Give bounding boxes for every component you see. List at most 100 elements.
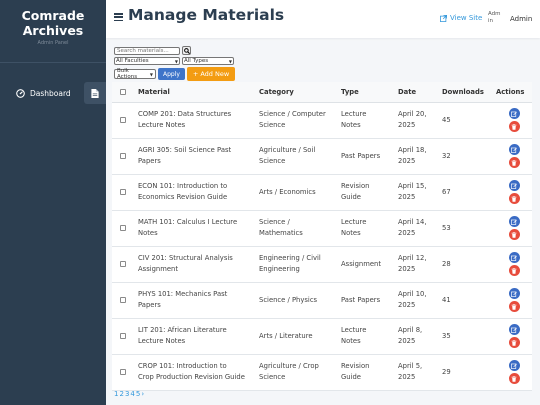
edit-icon [511,183,517,189]
table-row: COMP 201: Data Structures Lecture Notes Sc… [112,102,532,138]
cell-type: Past Papers [339,138,396,174]
delete-button[interactable] [508,121,520,132]
category-line1: Arts / Literature [259,331,313,340]
topbar: Manage Materials View Site Adm in Admin [106,0,540,38]
row-checkbox[interactable] [120,369,126,375]
delete-button[interactable] [508,157,520,168]
date-line1: April 20, [398,110,427,118]
delete-button[interactable] [508,193,520,204]
edit-button[interactable] [508,324,520,335]
row-checkbox[interactable] [120,117,126,123]
delete-button[interactable] [508,373,520,384]
user-menu[interactable]: Adm in Admin [488,11,532,27]
type-line1: Revision [341,182,370,190]
edit-button[interactable] [508,216,520,227]
cell-category: Science / Computer Science [257,102,339,138]
material-line2: Economics Revision Guide [138,193,228,201]
material-line2: Papers [138,301,161,309]
delete-button[interactable] [508,337,520,348]
edit-button[interactable] [508,144,520,155]
cell-type: Revision Guide [339,354,396,390]
material-line1: LIT 201: African Literature [138,326,227,334]
table-row: MATH 101: Calculus I Lecture Notes Science… [112,210,532,246]
category-line1: Science / Physics [259,295,318,304]
row-checkbox[interactable] [120,297,126,303]
bulk-actions-value: Bulk Actions [117,68,138,80]
cell-date: April 18, 2025 [396,138,440,174]
row-checkbox[interactable] [120,261,126,267]
date-line2: 2025 [398,193,416,201]
sidebar-item-dashboard[interactable]: Dashboard [16,82,71,104]
cell-type: Revision Guide [339,174,396,210]
material-line1: AGRI 305: Soil Science Past [138,146,232,154]
search-input[interactable] [114,46,180,55]
row-checkbox[interactable] [120,189,126,195]
delete-button[interactable] [508,229,520,240]
cell-date: April 12, 2025 [396,246,440,282]
cell-type: Lecture Notes [339,210,396,246]
type-line2: Notes [341,229,361,237]
table-row: CIV 201: Structural Analysis Assignment En… [112,246,532,282]
category-line1: Science / Computer [259,110,326,118]
trash-icon [511,231,517,238]
cell-category: Science / Physics [257,282,339,318]
cell-actions [494,102,532,138]
row-checkbox[interactable] [120,333,126,339]
page-link[interactable]: 3 [125,390,129,398]
page-link[interactable]: 5 [136,390,140,398]
cell-actions [494,354,532,390]
menu-icon[interactable] [114,13,123,21]
faculty-select[interactable]: All Faculties ▼ [114,57,180,65]
col-header-type[interactable]: Type [339,82,396,103]
cell-material: CROP 101: Introduction to Crop Production… [136,354,257,390]
page-link[interactable]: 2 [119,390,123,398]
cell-type: Lecture Notes [339,318,396,354]
cell-material: PHYS 101: Mechanics Past Papers [136,282,257,318]
date-line2: 2025 [398,265,416,273]
cell-category: Agriculture / Crop Science [257,354,339,390]
date-line1: April 18, [398,146,427,154]
table-row: CROP 101: Introduction to Crop Production… [112,354,532,390]
next-page-link[interactable]: › [141,390,144,398]
page-link[interactable]: 4 [130,390,134,398]
edit-button[interactable] [508,108,520,119]
trash-icon [511,375,517,382]
row-checkbox[interactable] [120,153,126,159]
cell-actions [494,282,532,318]
page-link[interactable]: 1 [114,390,118,398]
search-icon [183,47,190,54]
search-button[interactable] [182,46,191,55]
view-site-link[interactable]: View Site [440,14,482,22]
material-line2: Notes [138,229,158,237]
table-row: ECON 101: Introduction to Economics Revis… [112,174,532,210]
row-checkbox[interactable] [120,225,126,231]
col-header-category[interactable]: Category [257,82,339,103]
col-header-material[interactable]: Material [136,82,257,103]
col-header-date[interactable]: Date [396,82,440,103]
trash-icon [511,123,517,130]
cell-date: April 5, 2025 [396,354,440,390]
cell-category: Arts / Economics [257,174,339,210]
delete-button[interactable] [508,301,520,312]
col-header-downloads[interactable]: Downloads [440,82,494,103]
edit-button[interactable] [508,252,520,263]
date-line2: 2025 [398,229,416,237]
bulk-actions-select[interactable]: Bulk Actions ▼ [114,68,156,80]
delete-button[interactable] [508,265,520,276]
edit-button[interactable] [508,360,520,371]
type-select[interactable]: All Types ▼ [182,57,234,65]
date-line2: 2025 [398,301,416,309]
cell-downloads: 28 [442,259,451,268]
sidebar-item-materials[interactable] [84,82,106,104]
filter-bar: All Faculties ▼ All Types ▼ Bulk Actions… [114,46,236,81]
add-new-button[interactable]: + Add New [187,67,235,81]
edit-icon [511,147,517,153]
table-header-row: Material Category Type Date Downloads Ac… [112,82,532,103]
apply-button[interactable]: Apply [158,68,185,80]
type-line1: Lecture [341,110,367,118]
cell-actions [494,210,532,246]
edit-button[interactable] [508,180,520,191]
select-all-checkbox[interactable] [120,88,126,95]
edit-button[interactable] [508,288,520,299]
trash-icon [511,339,517,346]
